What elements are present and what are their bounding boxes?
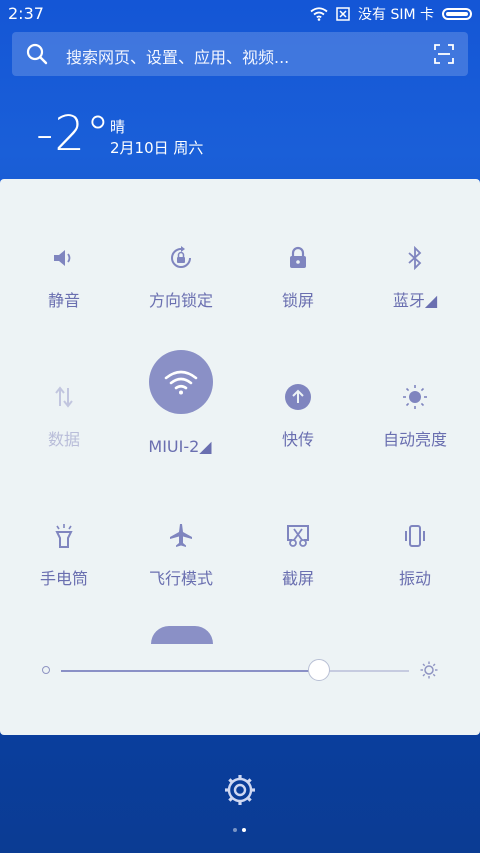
status-time: 2:37 — [8, 4, 44, 23]
brightness-max-icon — [420, 661, 438, 679]
speaker-icon — [49, 243, 79, 273]
settings-gear-icon[interactable] — [222, 772, 258, 808]
screenshot-icon — [283, 521, 313, 551]
tile-label: 手电筒 — [39, 569, 88, 588]
carrier-label: 没有 SIM 卡 — [358, 7, 434, 23]
tile-mobile-data[interactable]: 数据 — [4, 382, 124, 492]
tile-lock-screen[interactable]: 锁屏 — [238, 243, 358, 353]
tile-auto-brightness[interactable]: 自动亮度 — [355, 382, 475, 492]
search-input[interactable]: 搜索网页、设置、应用、视频... — [66, 44, 289, 68]
tile-label: 截屏 — [281, 569, 314, 588]
tile-bluetooth[interactable]: 蓝牙◢ — [355, 243, 475, 353]
airplane-icon — [166, 521, 196, 551]
tile-label: 蓝牙◢ — [392, 291, 438, 310]
status-icons: 没有 SIM 卡 — [310, 4, 472, 24]
page-dot — [233, 828, 237, 832]
auto-brightness-icon — [400, 382, 430, 412]
weather-condition: 晴 — [110, 118, 126, 136]
partial-tile — [151, 626, 213, 644]
wifi-icon — [164, 370, 198, 395]
scan-icon[interactable] — [434, 44, 454, 64]
tile-quick-transfer[interactable]: 快传 — [238, 382, 358, 492]
temperature: -2° — [36, 106, 111, 162]
weather-date: 2月10日 周六 — [110, 139, 204, 157]
tile-flashlight[interactable]: 手电筒 — [4, 521, 124, 631]
tile-wifi[interactable] — [149, 350, 213, 414]
tile-label: 快传 — [281, 430, 314, 449]
bluetooth-icon — [400, 243, 430, 273]
upload-icon — [283, 382, 313, 412]
tile-label: 方向锁定 — [148, 291, 213, 310]
page-indicator — [233, 828, 246, 832]
brightness-fill — [61, 670, 319, 672]
search-bar[interactable]: 搜索网页、设置、应用、视频... — [12, 32, 468, 76]
tile-label: 自动亮度 — [382, 430, 447, 449]
brightness-slider-thumb[interactable] — [307, 659, 330, 681]
wifi-network-label[interactable]: MIUI-2◢ — [120, 437, 240, 456]
tile-label: 锁屏 — [281, 291, 314, 310]
brightness-min-icon — [42, 666, 50, 674]
tile-label: 数据 — [47, 430, 80, 449]
vibrate-icon — [400, 521, 430, 551]
no-sim-icon — [336, 7, 350, 21]
search-icon — [26, 43, 48, 65]
tile-label: 振动 — [398, 569, 431, 588]
tile-label: 静音 — [47, 291, 80, 310]
lock-icon — [283, 243, 313, 273]
tile-mute[interactable]: 静音 — [4, 243, 124, 353]
page-dot-active — [242, 828, 246, 832]
data-arrows-icon — [49, 382, 79, 412]
tile-vibrate[interactable]: 振动 — [355, 521, 475, 631]
tile-label: 飞行模式 — [148, 569, 213, 588]
wifi-status-icon — [310, 7, 328, 21]
rotation-lock-icon — [166, 243, 196, 273]
flashlight-icon — [49, 521, 79, 551]
tile-screenshot[interactable]: 截屏 — [238, 521, 358, 631]
status-bar: 2:37 没有 SIM 卡 — [0, 0, 480, 28]
battery-icon — [442, 8, 472, 20]
tile-rotation-lock[interactable]: 方向锁定 — [121, 243, 241, 353]
tile-airplane-mode[interactable]: 飞行模式 — [121, 521, 241, 631]
